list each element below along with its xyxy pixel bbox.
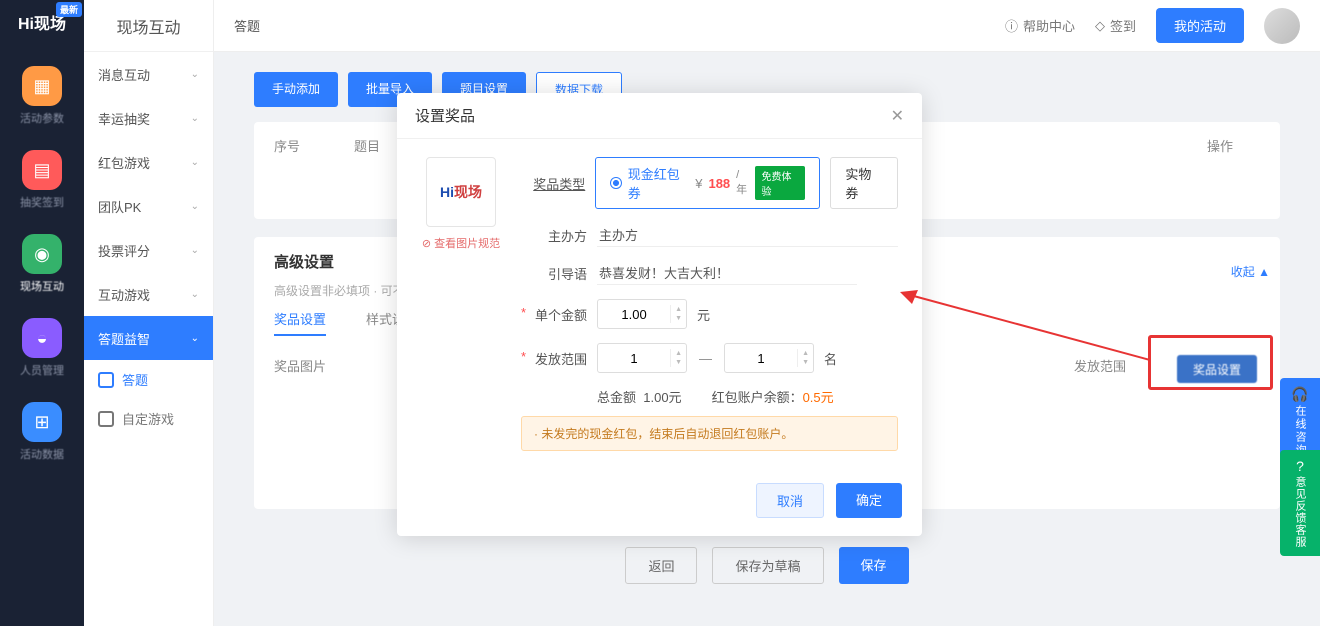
label-range: 发放范围 xyxy=(521,349,597,368)
range-to-input[interactable] xyxy=(725,351,797,366)
annotation-box xyxy=(1148,335,1273,390)
free-trial-badge: 免费体验 xyxy=(755,166,805,200)
amount-unit: 元 xyxy=(697,305,710,324)
amount-input[interactable] xyxy=(598,307,670,322)
range-from-input[interactable] xyxy=(598,351,670,366)
range-from-stepper[interactable]: ▲▼ xyxy=(597,343,687,373)
headset-icon: 🎧 xyxy=(1291,386,1308,403)
close-icon[interactable]: ✕ xyxy=(891,106,904,126)
radio-icon xyxy=(610,177,621,189)
step-down-icon[interactable]: ▼ xyxy=(798,358,813,367)
range-dash: — xyxy=(699,351,712,366)
label-type: 奖品类型 xyxy=(521,174,595,193)
step-down-icon[interactable]: ▼ xyxy=(671,314,686,323)
step-up-icon[interactable]: ▲ xyxy=(798,349,813,358)
amount-stepper[interactable]: ▲▼ xyxy=(597,299,687,329)
warning-icon: ⊘ xyxy=(422,237,431,250)
prize-thumb[interactable]: Hi现场 xyxy=(426,157,496,227)
feedback-widget[interactable]: ?意见反馈客服 xyxy=(1280,450,1320,556)
step-up-icon[interactable]: ▲ xyxy=(671,305,686,314)
prize-modal: 设置奖品 ✕ Hi现场 ⊘查看图片规范 奖品类型 现金红包券 ¥188/年 免费… xyxy=(397,93,922,536)
label-host: 主办方 xyxy=(521,226,597,245)
step-down-icon[interactable]: ▼ xyxy=(671,358,686,367)
totals-row: 总金额 1.00元 红包账户余额：0.5元 xyxy=(521,387,898,406)
type-cash-price: 188 xyxy=(708,176,730,191)
type-option-cash[interactable]: 现金红包券 ¥188/年 免费体验 xyxy=(595,157,820,209)
range-to-stepper[interactable]: ▲▼ xyxy=(724,343,814,373)
warning-bar: · 未发完的现金红包，结束后自动退回红包账户。 xyxy=(521,416,898,451)
range-unit: 名 xyxy=(824,349,837,368)
modal-cancel-button[interactable]: 取消 xyxy=(756,483,824,518)
type-option-physical[interactable]: 实物券 xyxy=(830,157,898,209)
thumb-spec-link[interactable]: ⊘查看图片规范 xyxy=(422,235,500,251)
label-guide: 引导语 xyxy=(521,264,597,283)
modal-ok-button[interactable]: 确定 xyxy=(836,483,902,518)
type-cash-label: 现金红包券 xyxy=(628,164,690,202)
modal-title: 设置奖品 xyxy=(415,105,475,126)
guide-input[interactable] xyxy=(597,261,857,285)
label-amount: 单个金额 xyxy=(521,305,597,324)
step-up-icon[interactable]: ▲ xyxy=(671,349,686,358)
question-icon: ? xyxy=(1296,458,1304,474)
host-input[interactable] xyxy=(597,223,898,247)
